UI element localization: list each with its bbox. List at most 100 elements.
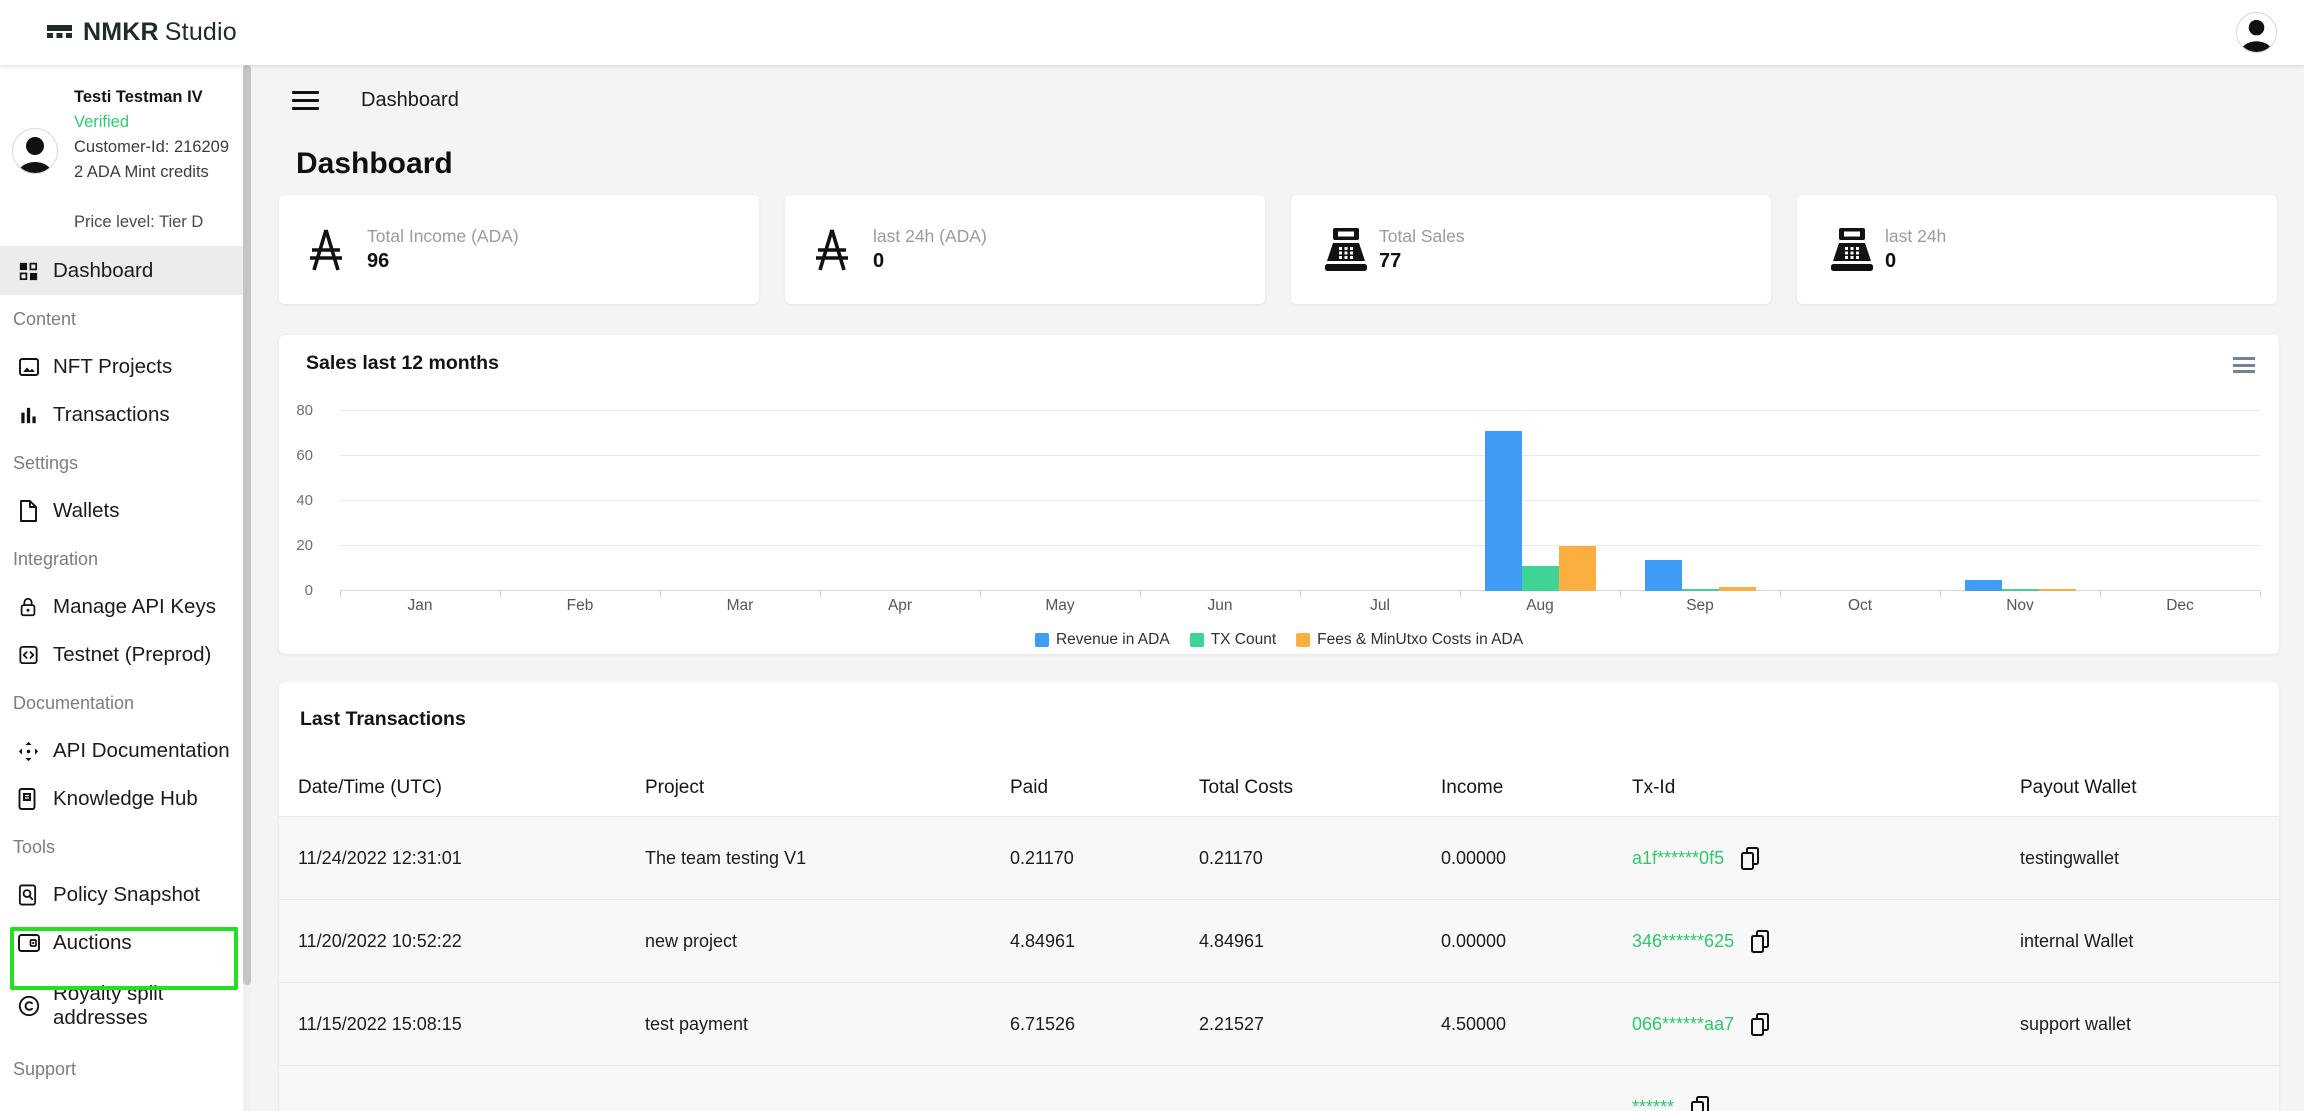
- x-tick-label: Feb: [567, 597, 594, 615]
- sidebar-section-content: Content: [0, 295, 243, 343]
- ada-symbol-icon: [309, 226, 367, 274]
- legend-item-revenue[interactable]: Revenue in ADA: [1035, 631, 1170, 649]
- sidebar-item-auctions[interactable]: Auctions: [0, 919, 243, 967]
- sidebar-section-integration: Integration: [0, 535, 243, 583]
- breadcrumb-label[interactable]: Dashboard: [361, 89, 459, 112]
- revenue-in-ada-bar: [1485, 431, 1522, 591]
- sidebar-item-label: Policy Snapshot: [53, 883, 200, 907]
- nmkr-logo[interactable]: NMKRStudio: [46, 18, 237, 47]
- chart-title: Sales last 12 months: [306, 352, 499, 375]
- chart-context-menu-icon[interactable]: [2233, 357, 2255, 373]
- tx-count-bar: [1682, 589, 1719, 591]
- table-row-partial: ******: [279, 1066, 2279, 1111]
- brand-text: NMKRStudio: [83, 18, 237, 47]
- sidebar-item-royalty-split-addresses[interactable]: Royalty split addresses: [0, 967, 243, 1045]
- x-tick-label: Sep: [1686, 597, 1714, 615]
- auctions-wallet-icon: [17, 930, 43, 956]
- api-keys-lock-icon: [17, 594, 43, 620]
- tx-id-link[interactable]: a1f******0f5: [1632, 848, 1724, 869]
- sidebar-section-documentation: Documentation: [0, 679, 243, 727]
- user-price-level: Price level: Tier D: [74, 210, 229, 235]
- knowledge-book-icon: [17, 786, 43, 812]
- col-project: Project: [645, 777, 1010, 799]
- sidebar-item-transactions[interactable]: Transactions: [0, 391, 243, 439]
- transactions-chart-icon: [17, 402, 43, 428]
- sidebar-item-dashboard[interactable]: Dashboard: [0, 247, 243, 295]
- sidebar-item-nft-projects[interactable]: NFT Projects: [0, 343, 243, 391]
- sidebar-item-label: Royalty split addresses: [53, 982, 164, 1030]
- fees-minutxo-costs-in-ada-bar: [1559, 546, 1596, 591]
- policy-snapshot-icon: [17, 882, 43, 908]
- col-datetime: Date/Time (UTC): [298, 777, 645, 799]
- y-tick-label: 40: [279, 492, 327, 509]
- x-tick-label: Jun: [1208, 597, 1233, 615]
- chart-plot: [340, 411, 2260, 591]
- chart-gridline: [340, 455, 2260, 456]
- sidebar-scrollbar-track[interactable]: [243, 65, 251, 1111]
- page-title: Dashboard: [296, 147, 453, 181]
- sidebar-item-testnet[interactable]: Testnet (Preprod): [0, 631, 243, 679]
- sidebar-section-support: Support: [0, 1045, 243, 1093]
- legend-swatch-revenue: [1035, 633, 1049, 647]
- sidebar-item-policy-snapshot[interactable]: Policy Snapshot: [0, 871, 243, 919]
- x-tick-label: Dec: [2166, 597, 2194, 615]
- fees-minutxo-costs-in-ada-bar: [1719, 587, 1756, 592]
- x-tick-label: Apr: [888, 597, 912, 615]
- table-row: 11/24/2022 12:31:01 The team testing V1 …: [279, 817, 2279, 900]
- sidebar-scrollbar-thumb[interactable]: [243, 65, 251, 985]
- user-mint-credits: 2 ADA Mint credits: [74, 160, 229, 185]
- nmkr-brand-icon: [46, 19, 73, 46]
- sidebar-item-label: Auctions: [53, 931, 132, 955]
- copy-icon[interactable]: [1749, 1012, 1771, 1037]
- ada-symbol-icon: [815, 226, 873, 274]
- legend-item-tx-count[interactable]: TX Count: [1190, 631, 1276, 649]
- stat-label: Total Sales: [1379, 226, 1465, 247]
- chart-gridline: [340, 500, 2260, 501]
- stat-card-total-sales: Total Sales 77: [1291, 195, 1771, 304]
- revenue-in-ada-bar: [1645, 560, 1682, 592]
- tx-id-link[interactable]: ******: [1632, 1097, 1674, 1111]
- chart-legend: Revenue in ADA TX Count Fees & MinUtxo C…: [279, 631, 2279, 649]
- sidebar-item-label: Dashboard: [53, 259, 153, 283]
- sidebar-item-knowledge-hub[interactable]: Knowledge Hub: [0, 775, 243, 823]
- copy-icon[interactable]: [1749, 929, 1771, 954]
- tx-count-bar: [1522, 566, 1559, 591]
- main-content: Dashboard Dashboard Total Income (ADA) 9…: [251, 65, 2304, 1111]
- x-tick-label: Nov: [2006, 597, 2034, 615]
- breadcrumb: Dashboard: [292, 89, 459, 112]
- sidebar-item-wallets[interactable]: Wallets: [0, 487, 243, 535]
- cash-register-icon: [1827, 226, 1885, 274]
- chart-x-axis-labels: JanFebMarAprMayJunJulAugSepOctNovDec: [279, 597, 2279, 619]
- table-title: Last Transactions: [279, 682, 2279, 760]
- sidebar-user-avatar: [12, 128, 58, 174]
- api-docs-arrows-icon: [17, 738, 43, 764]
- user-name: Testi Testman IV: [74, 85, 229, 110]
- sidebar-item-api-documentation[interactable]: API Documentation: [0, 727, 243, 775]
- menu-toggle-icon[interactable]: [292, 91, 319, 110]
- sidebar: Testi Testman IV Verified Customer-Id: 2…: [0, 65, 251, 1111]
- sidebar-item-label: NFT Projects: [53, 355, 172, 379]
- sidebar-menu: Dashboard Content NFT Projects Transacti…: [0, 247, 243, 1093]
- stat-label: last 24h: [1885, 226, 1946, 247]
- sidebar-section-settings: Settings: [0, 439, 243, 487]
- sidebar-item-manage-api-keys[interactable]: Manage API Keys: [0, 583, 243, 631]
- copy-icon[interactable]: [1739, 846, 1761, 871]
- stat-card-last24h-ada: last 24h (ADA) 0: [785, 195, 1265, 304]
- sidebar-item-label: Testnet (Preprod): [53, 643, 211, 667]
- tx-id-link[interactable]: 066******aa7: [1632, 1014, 1734, 1035]
- legend-item-fees[interactable]: Fees & MinUtxo Costs in ADA: [1296, 631, 1523, 649]
- cash-register-icon: [1321, 226, 1379, 274]
- x-tick-label: Mar: [727, 597, 754, 615]
- user-avatar[interactable]: [2236, 12, 2277, 53]
- sidebar-item-label: Manage API Keys: [53, 595, 216, 619]
- tx-id-link[interactable]: 346******625: [1632, 931, 1734, 952]
- revenue-in-ada-bar: [1965, 580, 2002, 591]
- x-tick-label: Oct: [1848, 597, 1872, 615]
- x-tick-label: Aug: [1526, 597, 1554, 615]
- sidebar-section-tools: Tools: [0, 823, 243, 871]
- table-row: 11/15/2022 15:08:15 test payment 6.71526…: [279, 983, 2279, 1066]
- legend-swatch-tx-count: [1190, 633, 1204, 647]
- col-payout-wallet: Payout Wallet: [2020, 777, 2279, 799]
- copy-icon[interactable]: [1689, 1095, 1711, 1111]
- stat-value: 0: [1885, 250, 1946, 273]
